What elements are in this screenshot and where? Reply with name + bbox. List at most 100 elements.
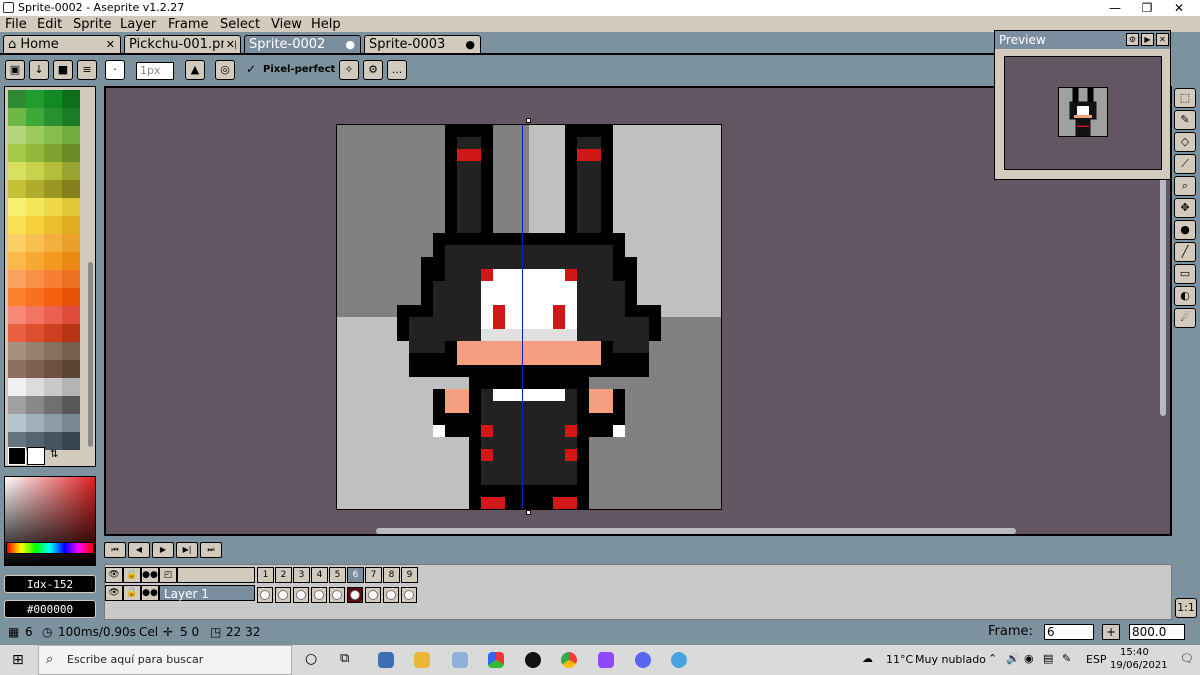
zoom-input[interactable]: 800.0	[1129, 624, 1185, 640]
fill-icon[interactable]: ●	[1174, 220, 1196, 240]
palette-swatch[interactable]	[44, 306, 62, 324]
palette-swatch[interactable]	[62, 360, 80, 378]
sprite-canvas[interactable]	[336, 124, 722, 510]
palette-scrollbar[interactable]	[88, 262, 93, 447]
menu-layer[interactable]: Layer	[120, 16, 156, 33]
palette-swatch[interactable]	[44, 162, 62, 180]
discord-icon[interactable]	[635, 652, 651, 668]
background-swatch[interactable]	[27, 447, 45, 465]
preview-settings-icon[interactable]: ⚙	[1126, 33, 1139, 46]
symmetry-icon[interactable]: ✧	[339, 60, 359, 80]
color-index-label[interactable]: Idx-152	[4, 575, 96, 593]
menu-sprite[interactable]: Sprite	[73, 16, 112, 33]
palette-swatch[interactable]	[62, 396, 80, 414]
tab-sprite-0003[interactable]: Sprite-0003 ●	[364, 35, 481, 54]
palette-swatch[interactable]	[26, 414, 44, 432]
target-icon[interactable]: ◎	[215, 60, 235, 80]
frame-header[interactable]: 1	[257, 567, 274, 583]
task-view-icon[interactable]: ⧉	[340, 651, 349, 666]
palette-swatch[interactable]	[8, 360, 26, 378]
aseprite-icon[interactable]	[525, 652, 541, 668]
frame-header[interactable]: 4	[311, 567, 328, 583]
palette-swatch[interactable]	[44, 234, 62, 252]
zoom-icon[interactable]: ⌕	[1174, 176, 1196, 196]
tab-home[interactable]: ⌂ Home ✕	[3, 35, 121, 54]
pixel-perfect-check-icon[interactable]: ✓	[246, 62, 256, 76]
frame-header[interactable]: 7	[365, 567, 382, 583]
palette-swatch[interactable]	[8, 252, 26, 270]
palette-swatch[interactable]	[8, 324, 26, 342]
palette-swatch[interactable]	[26, 126, 44, 144]
palette-swatch[interactable]	[26, 144, 44, 162]
palette-swatch[interactable]	[62, 180, 80, 198]
file-explorer-icon[interactable]	[414, 652, 430, 668]
unsaved-dot-icon[interactable]: ●	[345, 36, 355, 54]
cel[interactable]	[365, 587, 381, 603]
palette-swatch[interactable]	[26, 162, 44, 180]
palette-swatch[interactable]	[26, 198, 44, 216]
pen-icon[interactable]: ✎	[1062, 652, 1071, 665]
windows-start-icon[interactable]: ⊞	[12, 652, 24, 668]
palette-swatch[interactable]	[26, 270, 44, 288]
horizontal-scrollbar[interactable]	[376, 528, 1016, 534]
stamp-icon[interactable]: ▲	[185, 60, 205, 80]
paint-icon[interactable]	[452, 652, 468, 668]
preview-play-icon[interactable]: ▶	[1141, 33, 1154, 46]
palette-swatch[interactable]	[8, 144, 26, 162]
symmetry-handle-bottom[interactable]	[526, 510, 531, 515]
layer-lock-icon[interactable]: 🔒	[123, 585, 141, 601]
clock-date[interactable]: 19/06/2021	[1110, 660, 1168, 671]
minimize-button[interactable]: —	[1100, 0, 1130, 16]
onion-skin-icon[interactable]: ◰	[159, 567, 177, 583]
add-frame-button[interactable]: +	[1102, 624, 1120, 640]
chrome-icon[interactable]	[561, 652, 577, 668]
pixel-perfect-label[interactable]: Pixel-perfect	[263, 64, 335, 75]
palette-swatch[interactable]	[62, 288, 80, 306]
palette-swatch[interactable]	[62, 126, 80, 144]
cel[interactable]	[275, 587, 291, 603]
cel[interactable]	[383, 587, 399, 603]
colorful-app-icon[interactable]	[488, 652, 504, 668]
palette-swatch[interactable]	[26, 306, 44, 324]
cel[interactable]	[329, 587, 345, 603]
previous-frame-icon[interactable]: ◀	[128, 542, 150, 558]
palette-swatch[interactable]	[62, 378, 80, 396]
palette-swatch[interactable]	[26, 180, 44, 198]
palette-swatch[interactable]	[8, 288, 26, 306]
app-w-icon[interactable]	[671, 652, 687, 668]
palette-swatch[interactable]	[44, 180, 62, 198]
visibility-header-icon[interactable]: 👁	[105, 567, 123, 583]
layer-continuous-icon[interactable]: ●●	[141, 585, 159, 601]
lock-alpha-icon[interactable]: ▣	[5, 60, 25, 80]
palette-swatch[interactable]	[26, 360, 44, 378]
palette-swatch[interactable]	[26, 396, 44, 414]
palette-swatch[interactable]	[44, 414, 62, 432]
palette-swatch[interactable]	[8, 396, 26, 414]
palette-swatch[interactable]	[44, 252, 62, 270]
blur-icon[interactable]: ☄	[1174, 308, 1196, 328]
palette-swatch[interactable]	[8, 378, 26, 396]
brush-shape-icon[interactable]: ·	[105, 60, 125, 80]
language-indicator[interactable]: ESP	[1086, 653, 1107, 666]
frame-header[interactable]: 6	[347, 567, 364, 583]
palette-swatch[interactable]	[8, 270, 26, 288]
weather-text[interactable]: Muy nublado	[915, 653, 986, 666]
cel[interactable]	[311, 587, 327, 603]
palette-swatch[interactable]	[44, 216, 62, 234]
palette-swatch[interactable]	[62, 90, 80, 108]
rectangle-icon[interactable]: ▭	[1174, 264, 1196, 284]
palette-swatch[interactable]	[26, 288, 44, 306]
palette-swatch[interactable]	[44, 288, 62, 306]
frame-header[interactable]: 2	[275, 567, 292, 583]
marquee-icon[interactable]: ⬚	[1174, 88, 1196, 108]
brush-size-input[interactable]: 1px	[136, 62, 174, 80]
cel[interactable]	[293, 587, 309, 603]
palette-swatch[interactable]	[44, 342, 62, 360]
cel[interactable]	[347, 587, 363, 603]
swap-colors-icon[interactable]: ⇅	[50, 449, 58, 460]
palette-swatch[interactable]	[8, 216, 26, 234]
chevron-up-icon[interactable]: ⌃	[988, 652, 997, 665]
palette-swatch[interactable]	[44, 378, 62, 396]
continuous-header-icon[interactable]: ●●	[141, 567, 159, 583]
vertical-scrollbar[interactable]	[1160, 176, 1166, 416]
